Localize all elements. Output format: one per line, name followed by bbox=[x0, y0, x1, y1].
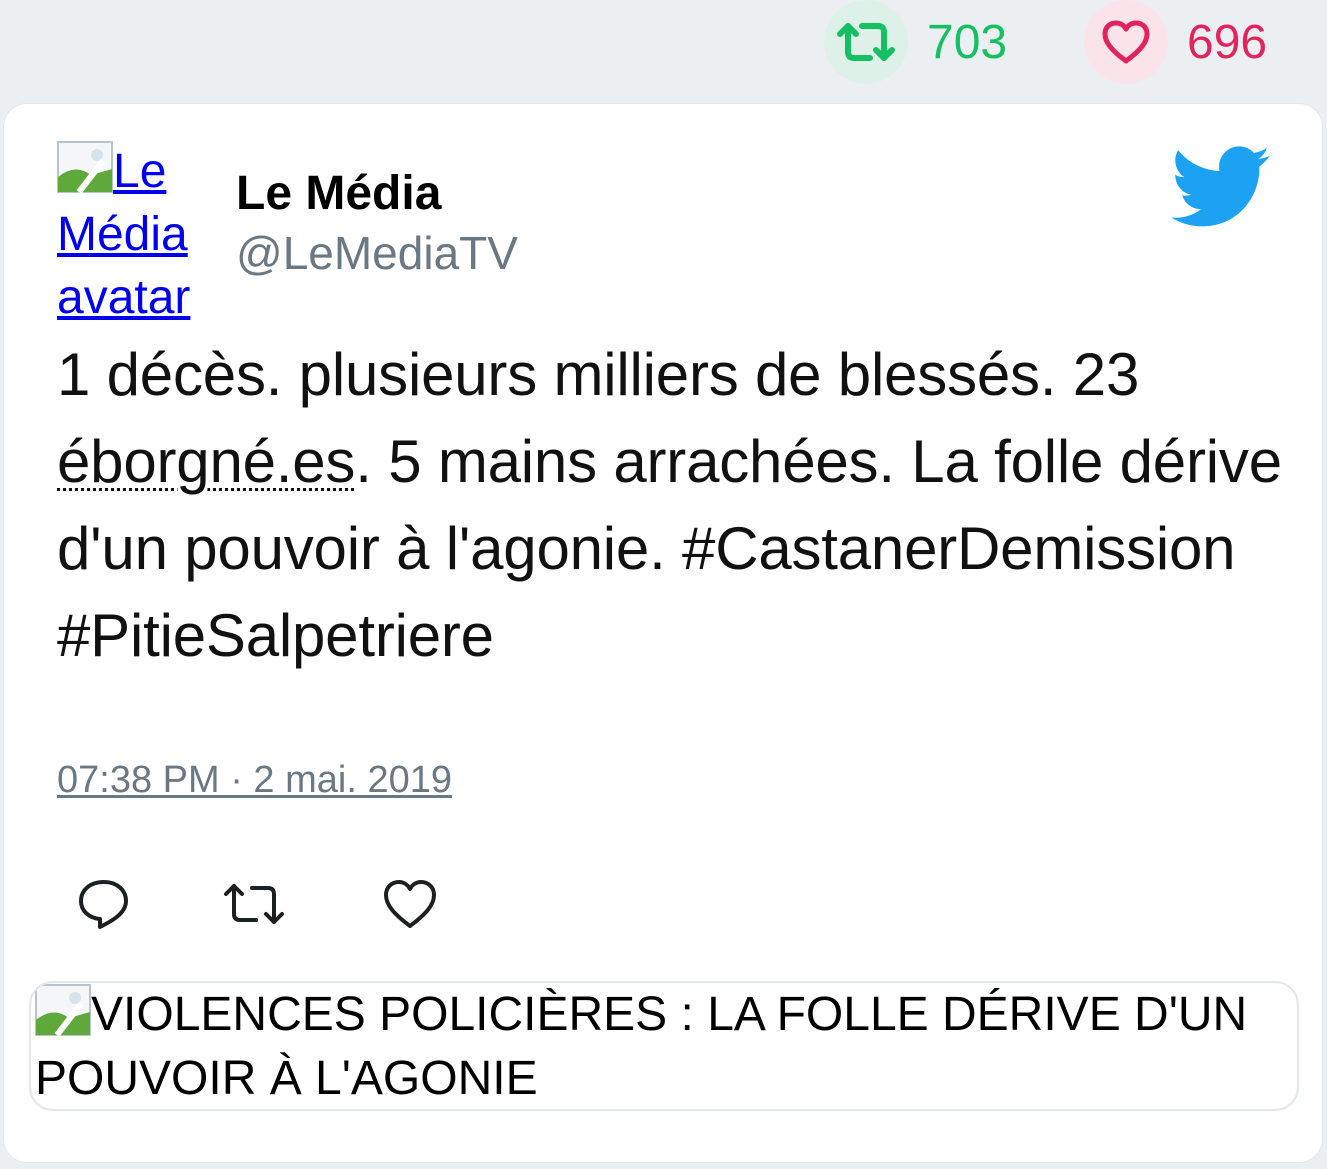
tweet-text: 1 décès. plusieurs milliers de blessés. … bbox=[57, 331, 1297, 679]
twitter-bird-icon[interactable] bbox=[1171, 146, 1272, 228]
tweet-card: Le Média avatar Le Média @LeMediaTV 1 dé… bbox=[3, 103, 1323, 1163]
link-preview-image: VIOLENCES POLICIÈRES : LA FOLLE DÉRIVE D… bbox=[35, 983, 1297, 1109]
tweet-text-part1: 1 décès. plusieurs milliers de blessés. … bbox=[57, 341, 1140, 408]
retweet-count: 703 bbox=[927, 15, 1008, 69]
author-handle[interactable]: @LeMediaTV bbox=[236, 226, 518, 280]
tweet-abbreviation: éborgné.es bbox=[57, 428, 356, 495]
link-preview-card[interactable]: VIOLENCES POLICIÈRES : LA FOLLE DÉRIVE D… bbox=[29, 981, 1299, 1111]
retweet-icon[interactable] bbox=[222, 874, 284, 934]
heart-icon[interactable] bbox=[380, 874, 440, 934]
broken-image-icon bbox=[35, 984, 91, 1036]
author-name[interactable]: Le Média bbox=[236, 166, 441, 221]
tweet-timestamp-link[interactable]: 07:38 PM · 2 mai. 2019 bbox=[57, 759, 452, 802]
like-count: 696 bbox=[1187, 15, 1268, 69]
link-preview-alt-text: VIOLENCES POLICIÈRES : LA FOLLE DÉRIVE D… bbox=[35, 988, 1248, 1105]
like-count-stat[interactable]: 696 bbox=[1084, 0, 1267, 84]
heart-icon[interactable] bbox=[1084, 0, 1168, 84]
broken-image-icon bbox=[57, 141, 113, 193]
engagement-bar: 703 696 bbox=[0, 0, 1327, 100]
reply-icon[interactable] bbox=[74, 874, 134, 934]
retweet-icon[interactable] bbox=[824, 0, 908, 84]
retweet-count-stat[interactable]: 703 bbox=[824, 0, 1007, 84]
avatar[interactable]: Le Média avatar bbox=[57, 140, 217, 329]
